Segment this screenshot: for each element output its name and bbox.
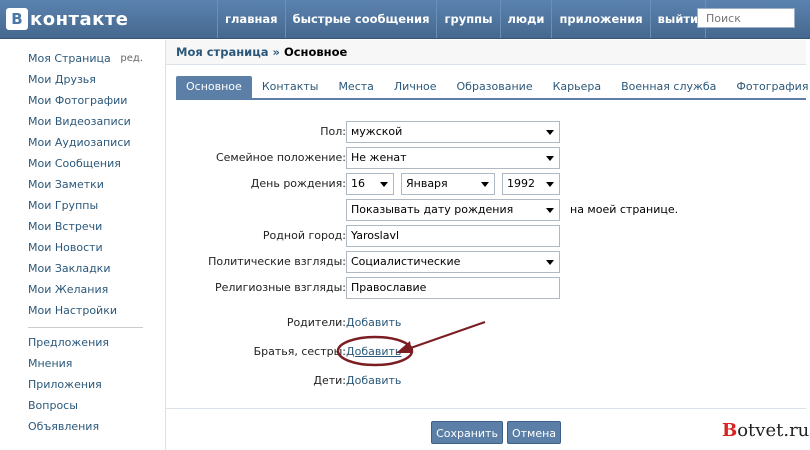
birthday-display-note: на моей странице. xyxy=(570,203,679,216)
menu-apps[interactable]: Приложения xyxy=(28,374,143,395)
nav-people[interactable]: люди xyxy=(499,0,552,38)
birthday-day-select[interactable]: 16 xyxy=(346,173,394,195)
menu-my-photos[interactable]: Мои Фотографии xyxy=(28,90,143,111)
vk-logo[interactable]: B контакте xyxy=(6,7,128,31)
tab-basic[interactable]: Основное xyxy=(176,76,252,98)
top-nav: главная быстрые сообщения группы люди пр… xyxy=(217,0,707,38)
row-siblings: Братья, сестры: Добавить xyxy=(166,341,806,363)
row-children: Дети: Добавить xyxy=(166,370,806,392)
menu-ads[interactable]: Объявления xyxy=(28,416,143,437)
tab-military[interactable]: Военная служба xyxy=(611,76,726,98)
menu-my-videos[interactable]: Мои Видеозаписи xyxy=(28,111,143,132)
tab-career[interactable]: Карьера xyxy=(543,76,612,98)
nav-quick-messages[interactable]: быстрые сообщения xyxy=(284,0,437,38)
menu-my-page[interactable]: Моя Страница ред. xyxy=(28,48,143,69)
add-siblings-link[interactable]: Добавить xyxy=(346,341,401,363)
add-children-link[interactable]: Добавить xyxy=(346,370,401,392)
breadcrumb: Моя страница » Основное xyxy=(166,40,806,65)
political-label: Политические взгляды: xyxy=(208,255,346,268)
marital-label: Семейное положение: xyxy=(215,151,346,164)
birthday-label: День рождения: xyxy=(250,177,346,190)
add-parents-link[interactable]: Добавить xyxy=(346,312,401,334)
nav-apps[interactable]: приложения xyxy=(551,0,649,38)
menu-questions[interactable]: Вопросы xyxy=(28,395,143,416)
menu-my-bookmarks[interactable]: Мои Закладки xyxy=(28,258,143,279)
watermark-text: otvet.ru xyxy=(737,420,810,441)
menu-my-messages[interactable]: Мои Сообщения xyxy=(28,153,143,174)
menu-my-events[interactable]: Мои Встречи xyxy=(28,216,143,237)
tab-places[interactable]: Места xyxy=(328,76,383,98)
menu-opinions[interactable]: Мнения xyxy=(28,353,143,374)
menu-my-friends[interactable]: Мои Друзья xyxy=(28,69,143,90)
row-hometown: Родной город: Yaroslavl xyxy=(166,225,806,247)
parents-label: Родители: xyxy=(286,316,346,329)
save-button[interactable]: Сохранить xyxy=(431,421,503,444)
religious-input[interactable]: Православие xyxy=(346,277,560,299)
search-input[interactable] xyxy=(697,8,795,28)
gender-label: Пол: xyxy=(320,125,346,138)
birthday-year-select[interactable]: 1992 xyxy=(502,173,560,195)
breadcrumb-current: Основное xyxy=(283,45,348,59)
edit-profile-link[interactable]: ред. xyxy=(120,48,143,69)
watermark-letter: B xyxy=(722,420,738,441)
breadcrumb-separator: » xyxy=(272,45,280,59)
birthday-display-select[interactable]: Показывать дату рождения xyxy=(346,199,560,221)
hometown-input[interactable]: Yaroslavl xyxy=(346,225,560,247)
tab-contacts[interactable]: Контакты xyxy=(252,76,329,98)
birthday-month-select[interactable]: Января xyxy=(401,173,495,195)
menu-my-notes[interactable]: Мои Заметки xyxy=(28,174,143,195)
menu-my-wishes[interactable]: Мои Желания xyxy=(28,279,143,300)
nav-home[interactable]: главная xyxy=(217,0,285,38)
menu-my-settings[interactable]: Мои Настройки xyxy=(28,300,143,321)
hometown-label: Родной город: xyxy=(262,229,346,242)
tab-photo[interactable]: Фотография xyxy=(726,76,810,98)
menu-divider xyxy=(28,327,143,328)
logo-text: контакте xyxy=(30,8,129,30)
siblings-label: Братья, сестры: xyxy=(253,345,346,358)
vk-logo-icon: B xyxy=(6,8,28,30)
row-religious: Религиозные взгляды: Православие xyxy=(166,277,806,299)
marital-select[interactable]: Не женат xyxy=(346,147,560,169)
religious-label: Религиозные взгляды: xyxy=(215,281,346,294)
tab-personal[interactable]: Личное xyxy=(384,76,447,98)
menu-offers[interactable]: Предложения xyxy=(28,332,143,353)
row-birthday-display: Показывать дату рождения на моей страниц… xyxy=(166,199,806,221)
row-political: Политические взгляды: Социалистические xyxy=(166,251,806,273)
row-marital: Семейное положение: Не женат xyxy=(166,147,806,169)
gender-select[interactable]: мужской xyxy=(346,121,560,143)
nav-groups[interactable]: группы xyxy=(436,0,499,38)
row-gender: Пол: мужской xyxy=(166,121,806,143)
menu-my-news[interactable]: Мои Новости xyxy=(28,237,143,258)
row-birthday: День рождения: 16 Января 1992 xyxy=(166,173,806,195)
political-select[interactable]: Социалистические xyxy=(346,251,560,273)
left-menu: Моя Страница ред. Мои Друзья Мои Фотогра… xyxy=(28,48,143,437)
form-divider xyxy=(166,408,806,409)
watermark: Botvet.ru xyxy=(722,420,809,441)
menu-my-audio[interactable]: Мои Аудиозаписи xyxy=(28,132,143,153)
profile-tabs: Основное Контакты Места Личное Образован… xyxy=(176,76,808,100)
top-header: B контакте главная быстрые сообщения гру… xyxy=(0,0,810,39)
menu-my-groups[interactable]: Мои Группы xyxy=(28,195,143,216)
cancel-button[interactable]: Отмена xyxy=(507,421,561,444)
children-label: Дети: xyxy=(313,374,346,387)
main-content: Моя страница » Основное Основное Контакт… xyxy=(165,40,810,450)
tab-education[interactable]: Образование xyxy=(447,76,543,98)
row-parents: Родители: Добавить xyxy=(166,312,806,334)
menu-my-page-label[interactable]: Моя Страница xyxy=(28,52,111,65)
breadcrumb-parent[interactable]: Моя страница xyxy=(176,45,269,59)
